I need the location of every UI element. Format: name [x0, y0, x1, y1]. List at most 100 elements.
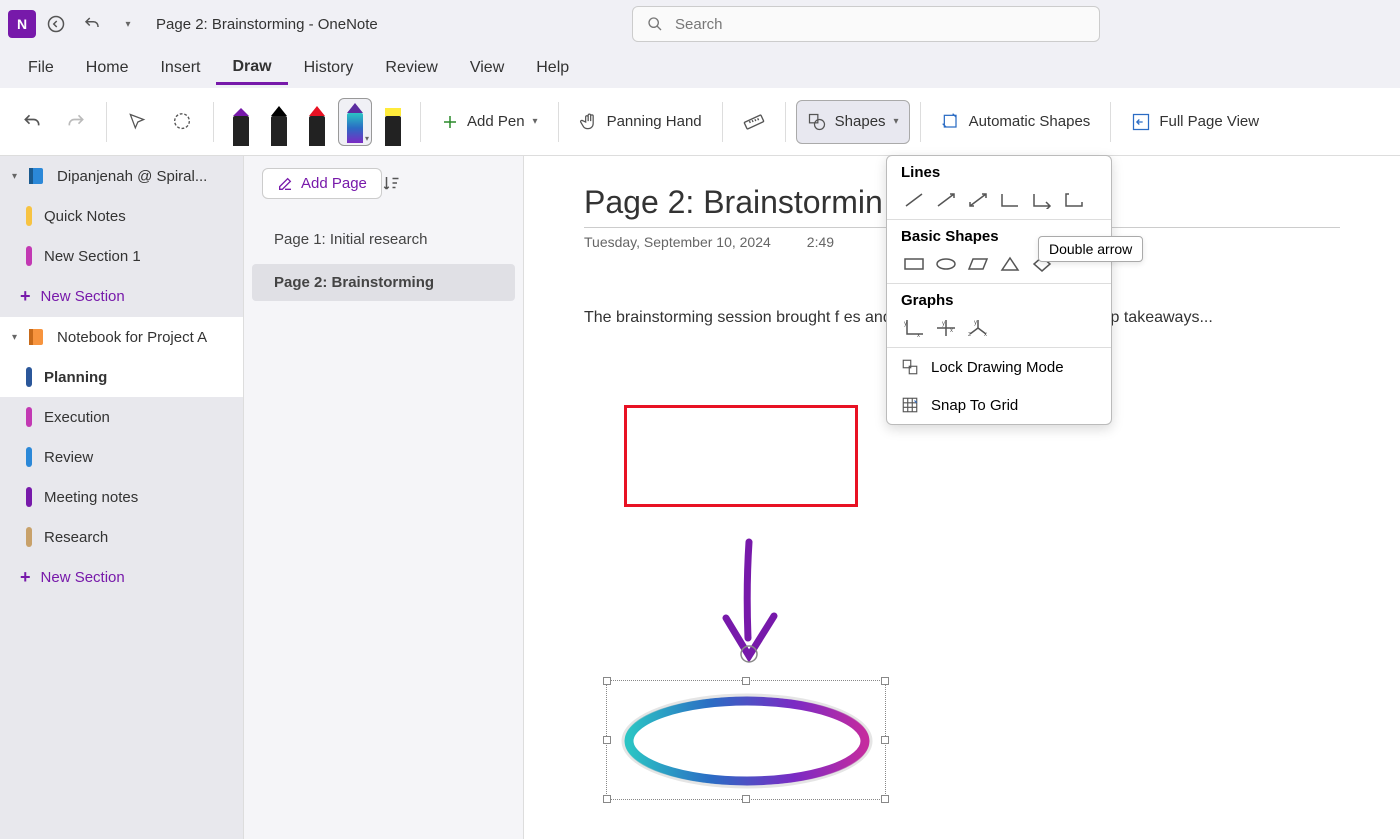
menu-insert[interactable]: Insert: [144, 53, 216, 83]
pen-red[interactable]: [300, 98, 334, 146]
lock-shapes-icon: [901, 358, 919, 376]
shape-parallelogram[interactable]: [965, 253, 991, 275]
search-icon: [647, 16, 663, 32]
edit-icon: [277, 176, 293, 192]
undo-button[interactable]: [76, 8, 108, 40]
lasso-tool[interactable]: [161, 100, 203, 144]
shape-triangle[interactable]: [997, 253, 1023, 275]
back-button[interactable]: [40, 8, 72, 40]
shapes-dropdown: Lines Basic Shapes Graphs yx yx yzx: [886, 155, 1112, 425]
svg-text:y: y: [974, 320, 977, 326]
shapes-button[interactable]: Shapes▾: [796, 100, 910, 144]
shape-line[interactable]: [901, 189, 927, 211]
new-section-1[interactable]: +New Section: [0, 276, 243, 317]
drawing-ellipse[interactable]: [619, 693, 875, 789]
pen-highlighter[interactable]: [376, 98, 410, 146]
hand-icon: [579, 112, 599, 132]
menu-draw[interactable]: Draw: [216, 52, 287, 85]
search-placeholder: Search: [675, 16, 723, 33]
notebook-item-2[interactable]: ▾ Notebook for Project A: [0, 317, 243, 357]
menu-home[interactable]: Home: [70, 53, 145, 83]
shapes-icon: [807, 112, 827, 132]
section-meeting-notes[interactable]: Meeting notes: [0, 477, 243, 517]
svg-text:x: x: [917, 333, 920, 338]
page-time: 2:49: [807, 234, 834, 250]
section-research[interactable]: Research: [0, 517, 243, 557]
menu-file[interactable]: File: [12, 53, 70, 83]
drawing-rectangle[interactable]: [624, 405, 858, 507]
shape-elbow-arrow[interactable]: [1029, 189, 1055, 211]
section-review[interactable]: Review: [0, 437, 243, 477]
svg-text:x: x: [984, 332, 987, 338]
ruler-button[interactable]: [733, 100, 775, 144]
resize-handle[interactable]: [603, 795, 611, 803]
fullpage-icon: [1131, 112, 1151, 132]
add-page-button[interactable]: Add Page: [262, 168, 382, 199]
shape-rectangle[interactable]: [901, 253, 927, 275]
pen-galaxy[interactable]: ▾: [338, 98, 372, 146]
menu-review[interactable]: Review: [369, 53, 453, 83]
page-item-1[interactable]: Page 1: Initial research: [252, 221, 515, 258]
lock-drawing-mode[interactable]: Lock Drawing Mode: [887, 348, 1111, 386]
pen-purple-small[interactable]: [224, 98, 258, 146]
resize-handle[interactable]: [881, 795, 889, 803]
add-pen-label: Add Pen: [467, 113, 525, 130]
qat-dropdown[interactable]: ▾: [112, 8, 144, 40]
pages-sidebar: Add Page Page 1: Initial research Page 2…: [244, 156, 524, 839]
shape-arrow[interactable]: [933, 189, 959, 211]
section-quick-notes[interactable]: Quick Notes: [0, 196, 243, 236]
panning-hand-button[interactable]: Panning Hand: [569, 100, 712, 144]
resize-handle[interactable]: [603, 677, 611, 685]
snap-to-grid[interactable]: Snap To Grid: [887, 386, 1111, 424]
notebook-icon: [27, 327, 47, 347]
shapes-label: Shapes: [835, 113, 886, 130]
grid-icon: [901, 396, 919, 414]
notebook-name-2: Notebook for Project A: [57, 329, 207, 346]
lines-header: Lines: [901, 164, 1097, 181]
ruler-icon: [743, 111, 765, 133]
resize-handle[interactable]: [881, 677, 889, 685]
add-pen-button[interactable]: Add Pen▾: [431, 100, 548, 144]
resize-handle[interactable]: [881, 736, 889, 744]
new-section-2[interactable]: +New Section: [0, 557, 243, 598]
section-planning[interactable]: Planning: [0, 357, 243, 397]
tooltip-double-arrow: Double arrow: [1038, 236, 1143, 262]
shape-elbow-double-arrow[interactable]: [1061, 189, 1087, 211]
window-title: Page 2: Brainstorming - OneNote: [156, 16, 378, 33]
page-item-2[interactable]: Page 2: Brainstorming: [252, 264, 515, 301]
shape-graph-3d[interactable]: yzx: [965, 317, 991, 339]
svg-text:x: x: [950, 328, 953, 334]
svg-text:y: y: [942, 321, 945, 327]
search-input[interactable]: Search: [632, 6, 1100, 42]
resize-handle[interactable]: [742, 795, 750, 803]
select-tool[interactable]: [117, 100, 157, 144]
section-new-section-1[interactable]: New Section 1: [0, 236, 243, 276]
notebook-item-1[interactable]: ▾ Dipanjenah @ Spiral...: [0, 156, 243, 196]
ribbon-undo[interactable]: [12, 100, 52, 144]
menubar: File Home Insert Draw History Review Vie…: [0, 48, 1400, 88]
shape-graph-quadrant[interactable]: yx: [933, 317, 959, 339]
menu-view[interactable]: View: [454, 53, 520, 83]
plus-icon: +: [20, 567, 31, 588]
drawing-ellipse-selection[interactable]: [606, 680, 886, 800]
pen-black[interactable]: [262, 98, 296, 146]
automatic-shapes-button[interactable]: Automatic Shapes: [931, 100, 1101, 144]
full-page-view-button[interactable]: Full Page View: [1121, 100, 1269, 144]
resize-handle[interactable]: [603, 736, 611, 744]
resize-handle[interactable]: [742, 677, 750, 685]
menu-history[interactable]: History: [288, 53, 370, 83]
sort-button[interactable]: [382, 174, 400, 197]
auto-shapes-label: Automatic Shapes: [969, 113, 1091, 130]
section-execution[interactable]: Execution: [0, 397, 243, 437]
shape-double-arrow-diag[interactable]: [965, 189, 991, 211]
sort-icon: [382, 174, 400, 192]
drawing-arrow[interactable]: [716, 538, 786, 668]
ribbon: ▾ Add Pen▾ Panning Hand Shapes▾ Automati…: [0, 88, 1400, 156]
shape-oval[interactable]: [933, 253, 959, 275]
shape-elbow[interactable]: [997, 189, 1023, 211]
svg-text:y: y: [904, 321, 907, 327]
panning-hand-label: Panning Hand: [607, 113, 702, 130]
shape-graph-2d[interactable]: yx: [901, 317, 927, 339]
menu-help[interactable]: Help: [520, 53, 585, 83]
chevron-down-icon: ▾: [12, 332, 17, 343]
